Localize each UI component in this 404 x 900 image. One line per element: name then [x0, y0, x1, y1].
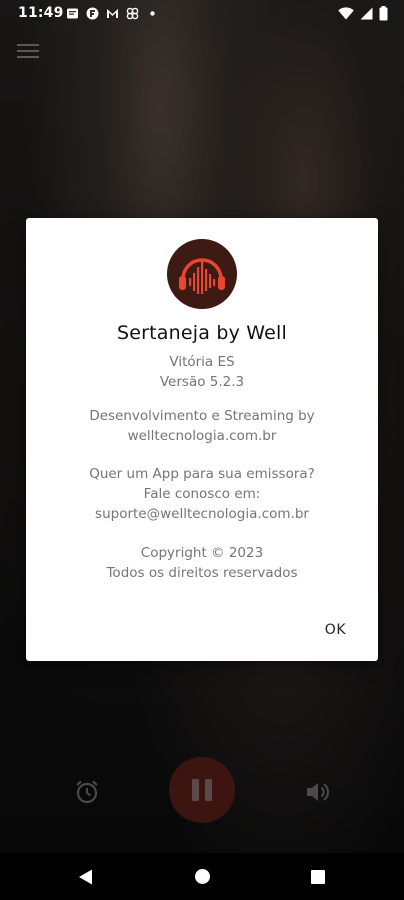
rights-text: Todos os direitos reservados [106, 565, 298, 581]
flipboard-icon [86, 7, 99, 20]
dialog-title: Sertaneja by Well [116, 322, 287, 344]
version-text: Versão 5.2.3 [159, 374, 245, 390]
pause-icon-bar [205, 779, 212, 801]
status-bar: 11:49 [0, 0, 404, 28]
developer-link[interactable]: welltecnologia.com.br [26, 426, 378, 446]
home-icon[interactable] [195, 869, 210, 884]
player-controls [0, 755, 404, 825]
notification-icons [66, 7, 159, 20]
app-notification-icon [126, 7, 139, 20]
menu-icon[interactable] [17, 44, 39, 62]
battery-icon [379, 6, 388, 21]
recent-apps-icon[interactable] [311, 870, 325, 884]
location-text: Vitória ES [169, 354, 235, 370]
app-logo [167, 239, 237, 309]
more-notifications-icon [150, 11, 155, 16]
contact-text: Fale conosco em: [143, 486, 261, 502]
navigation-bar [0, 853, 404, 900]
signal-icon [360, 7, 373, 20]
about-dialog: Sertaneja by Well Vitória ES Versão 5.2.… [26, 218, 378, 661]
ok-button[interactable]: OK [325, 622, 346, 638]
wifi-icon [338, 7, 354, 20]
back-icon[interactable] [78, 869, 93, 885]
pause-button[interactable] [169, 757, 235, 823]
mail-icon [107, 9, 118, 18]
volume-icon[interactable] [302, 777, 332, 807]
app-screen: 11:49 Sertaneja by Well Vitória ES Versã… [0, 0, 404, 900]
system-status-icons [338, 6, 388, 21]
headphones-icon [179, 258, 225, 294]
alarm-icon[interactable] [72, 777, 102, 807]
promo-text: Quer um App para sua emissora? [89, 466, 315, 482]
pause-icon [192, 779, 199, 801]
support-email-link[interactable]: suporte@welltecnologia.com.br [26, 504, 378, 524]
message-icon [67, 8, 78, 19]
status-time: 11:49 [18, 5, 64, 21]
copyright-text: Copyright © 2023 [140, 545, 264, 561]
developer-text: Desenvolvimento e Streaming by [89, 408, 315, 424]
